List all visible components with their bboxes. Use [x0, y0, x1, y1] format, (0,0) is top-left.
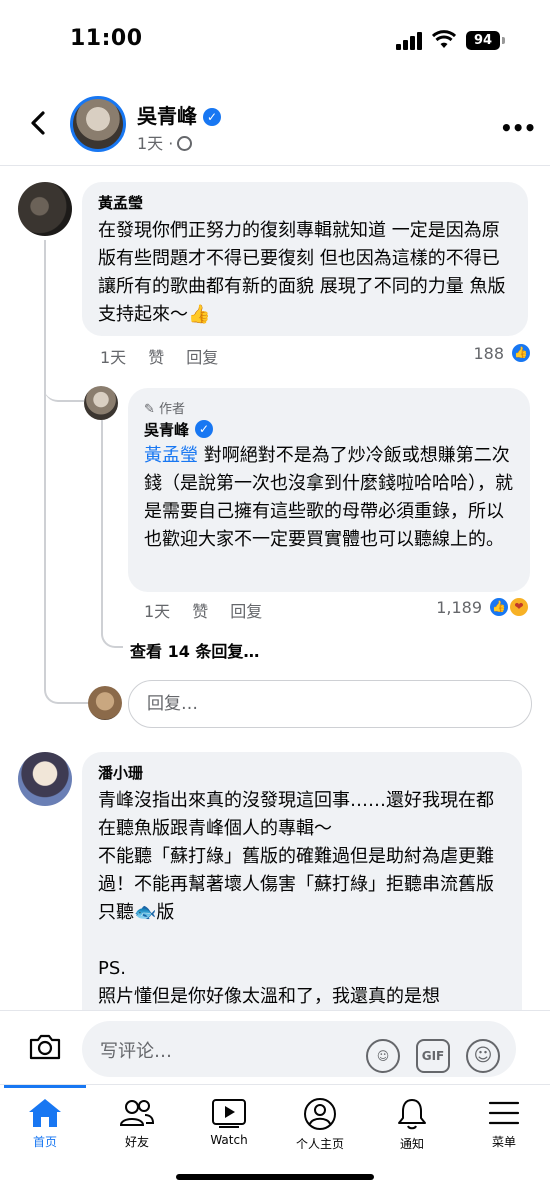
- sticker-icon[interactable]: ☺: [366, 1039, 400, 1073]
- reaction-count[interactable]: 188: [440, 344, 504, 363]
- more-options-icon[interactable]: •••: [500, 116, 536, 140]
- emoji-icon[interactable]: ☺: [466, 1039, 500, 1073]
- pen-icon: ✎: [144, 402, 155, 417]
- like-button[interactable]: 赞: [192, 602, 208, 621]
- active-tab-indicator: [4, 1085, 86, 1088]
- post-meta: 1天 ·: [137, 130, 193, 154]
- mention-link[interactable]: 黃孟瑩: [144, 445, 198, 466]
- tab-profile[interactable]: 个人主页: [280, 1097, 360, 1163]
- comment-input[interactable]: 写评论… ☺ GIF ☺: [82, 1021, 516, 1077]
- author-tag: ✎ 作者: [144, 398, 514, 417]
- menu-icon: [488, 1101, 520, 1125]
- reply-button[interactable]: 回复: [186, 348, 218, 367]
- like-button[interactable]: 赞: [148, 348, 164, 367]
- globe-icon: [177, 136, 193, 151]
- comment-bubble: 黃孟瑩 在發現你們正努力的復刻專輯就知道 一定是因為原版有些問題才不得已要復刻 …: [82, 182, 528, 336]
- reply-text: 黃孟瑩 對啊絕對不是為了炒冷飯或想賺第二次錢（是說第一次也沒拿到什麼錢啦哈哈哈）…: [144, 442, 514, 554]
- tab-label: 通知: [399, 1137, 424, 1151]
- comment-actions: 1天 赞 回复: [100, 344, 240, 368]
- tab-home[interactable]: 首页: [5, 1097, 85, 1163]
- home-icon: [29, 1099, 61, 1127]
- status-bar: 11:00 94: [0, 0, 550, 80]
- like-reaction-icon: 👍: [510, 342, 532, 364]
- tab-label: 菜单: [491, 1135, 516, 1149]
- battery-cap: [502, 37, 505, 44]
- reply-actions: 1天 赞 回复: [144, 598, 284, 622]
- post-time: 1天: [137, 134, 164, 153]
- author-name[interactable]: 吳青峰 ✓: [137, 100, 221, 129]
- current-user-avatar: [88, 686, 122, 720]
- status-time: 11:00: [70, 26, 143, 51]
- reply-author-name-text[interactable]: 吳青峰: [144, 421, 189, 439]
- reply-button[interactable]: 回复: [230, 602, 262, 621]
- tab-label: 首页: [32, 1135, 57, 1149]
- tab-watch[interactable]: Watch: [189, 1097, 269, 1163]
- comment-placeholder: 写评论…: [100, 1041, 172, 1062]
- thread-curve: [44, 372, 84, 402]
- thread-curve: [101, 620, 123, 648]
- verified-badge-icon: ✓: [195, 420, 214, 438]
- reaction-count[interactable]: 1,189: [420, 598, 482, 617]
- commenter-name[interactable]: 黃孟瑩: [98, 192, 512, 213]
- verified-badge-icon: ✓: [203, 108, 221, 126]
- tab-notifications[interactable]: 通知: [372, 1097, 452, 1163]
- commenter-avatar[interactable]: [18, 752, 72, 806]
- reply-time: 1天: [144, 602, 171, 621]
- author-tag-label: 作者: [159, 402, 186, 417]
- tab-label: Watch: [210, 1133, 248, 1147]
- thread-curve: [44, 660, 88, 704]
- commenter-name[interactable]: 潘小珊: [98, 762, 506, 783]
- reply-author-avatar[interactable]: [84, 386, 118, 420]
- reply-author-name[interactable]: 吳青峰 ✓: [144, 419, 514, 440]
- comment-time: 1天: [100, 348, 127, 367]
- tab-friends[interactable]: 好友: [97, 1097, 177, 1163]
- comment-text: 青峰沒指出來真的沒發現這回事……還好我現在都在聽魚版跟青峰個人的專輯～ 不能聽「…: [98, 790, 494, 1007]
- home-indicator: [176, 1174, 374, 1180]
- profile-icon: [304, 1098, 336, 1130]
- gif-icon[interactable]: GIF: [416, 1039, 450, 1073]
- comment-composer: 写评论… ☺ GIF ☺: [0, 1010, 550, 1084]
- care-reaction-icon: ❤: [508, 596, 530, 618]
- view-more-replies-link[interactable]: 查看 14 条回复…: [130, 638, 259, 662]
- tab-label: 个人主页: [295, 1137, 344, 1151]
- reply-body: 對啊絕對不是為了炒冷飯或想賺第二次錢（是說第一次也沒拿到什麼錢啦哈哈哈），就是需…: [144, 445, 513, 550]
- post-header: 吳青峰 ✓ 1天 · •••: [0, 88, 550, 166]
- comment-text: 在發現你們正努力的復刻專輯就知道 一定是因為原版有些問題才不得已要復刻 但也因為…: [98, 220, 506, 325]
- signal-icon: [396, 32, 424, 50]
- reply-input[interactable]: 回复…: [128, 680, 532, 728]
- author-avatar[interactable]: [70, 96, 126, 152]
- like-reaction-icon: 👍: [488, 596, 510, 618]
- tab-menu[interactable]: 菜单: [464, 1097, 544, 1163]
- comment-bubble: 潘小珊 青峰沒指出來真的沒發現這回事……還好我現在都在聽魚版跟青峰個人的專輯～ …: [82, 752, 522, 1052]
- thread-line: [101, 420, 103, 630]
- commenter-avatar[interactable]: [18, 182, 72, 236]
- meta-separator: ·: [168, 134, 174, 153]
- author-name-text[interactable]: 吳青峰: [137, 104, 197, 128]
- watch-icon: [212, 1099, 246, 1128]
- camera-icon[interactable]: [28, 1033, 62, 1061]
- back-arrow-icon[interactable]: [26, 110, 52, 136]
- thread-line: [44, 240, 46, 680]
- reply-bubble: ✎ 作者 吳青峰 ✓ 黃孟瑩 對啊絕對不是為了炒冷飯或想賺第二次錢（是說第一次也沒…: [128, 388, 530, 592]
- tab-label: 好友: [124, 1135, 149, 1149]
- wifi-icon: [432, 30, 456, 48]
- friends-icon: [119, 1100, 155, 1126]
- bell-icon: [398, 1099, 426, 1130]
- battery-icon: 94: [466, 31, 500, 50]
